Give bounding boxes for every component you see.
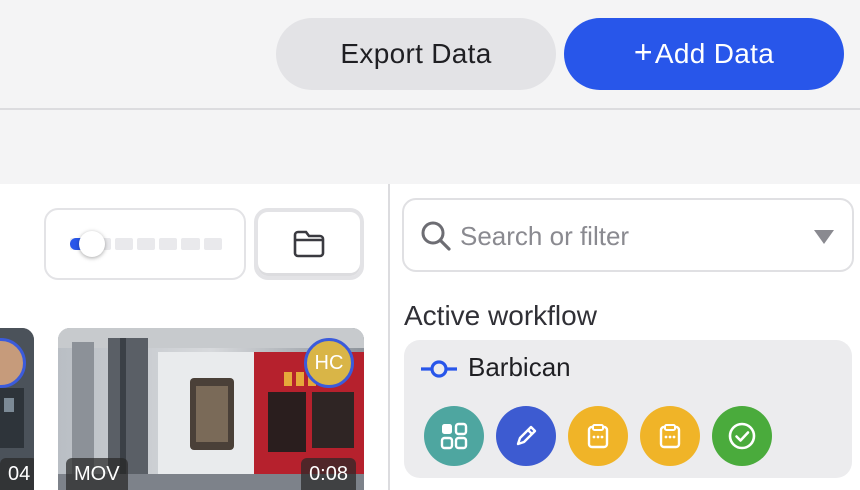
add-data-label: Add Data bbox=[654, 38, 775, 69]
workflow-step-complete[interactable] bbox=[712, 406, 772, 466]
media-thumbnail[interactable]: 04 bbox=[0, 328, 34, 490]
duration-badge: 0:08 bbox=[301, 458, 356, 490]
search-input[interactable] bbox=[460, 216, 800, 256]
check-circle-icon bbox=[728, 422, 756, 450]
workflow-icon bbox=[421, 360, 457, 378]
media-thumbnail[interactable]: HC MOV 0:08 bbox=[58, 328, 364, 490]
slider-handle[interactable] bbox=[79, 231, 105, 257]
avatar-initials: HC bbox=[314, 351, 344, 374]
assignee-avatar[interactable]: HC bbox=[304, 338, 354, 388]
duration-badge: 04 bbox=[0, 458, 34, 490]
format-badge: MOV bbox=[66, 458, 128, 490]
workflow-step-review-2[interactable] bbox=[640, 406, 700, 466]
media-gallery: 04 HC MOV 0:08 bbox=[0, 184, 388, 490]
workflow-step-grid[interactable] bbox=[424, 406, 484, 466]
folder-icon bbox=[293, 230, 325, 258]
export-data-button[interactable]: Export Data bbox=[276, 18, 556, 90]
workflow-name: Barbican bbox=[468, 352, 571, 382]
chevron-down-icon[interactable] bbox=[814, 230, 834, 244]
folder-view-button[interactable] bbox=[254, 208, 364, 280]
top-toolbar: Export Data + Add Data bbox=[0, 0, 860, 110]
zoom-slider[interactable] bbox=[44, 208, 246, 280]
add-data-button[interactable]: + Add Data bbox=[564, 18, 844, 90]
clipboard-icon bbox=[659, 424, 681, 449]
clipboard-icon bbox=[587, 424, 609, 449]
pencil-icon bbox=[516, 425, 537, 446]
plus-icon: + bbox=[633, 34, 653, 70]
search-filter-box[interactable] bbox=[402, 198, 854, 272]
workflow-steps bbox=[424, 406, 772, 466]
sub-toolbar bbox=[0, 112, 860, 184]
workflow-card[interactable]: Barbican bbox=[404, 340, 852, 478]
search-icon bbox=[421, 221, 451, 251]
active-workflow-heading: Active workflow bbox=[404, 300, 597, 331]
workflow-step-review[interactable] bbox=[568, 406, 628, 466]
workflow-sidebar: Active workflow Barbican bbox=[390, 184, 860, 490]
grid-icon bbox=[440, 422, 468, 450]
export-data-label: Export Data bbox=[340, 38, 492, 69]
workflow-step-annotate[interactable] bbox=[496, 406, 556, 466]
